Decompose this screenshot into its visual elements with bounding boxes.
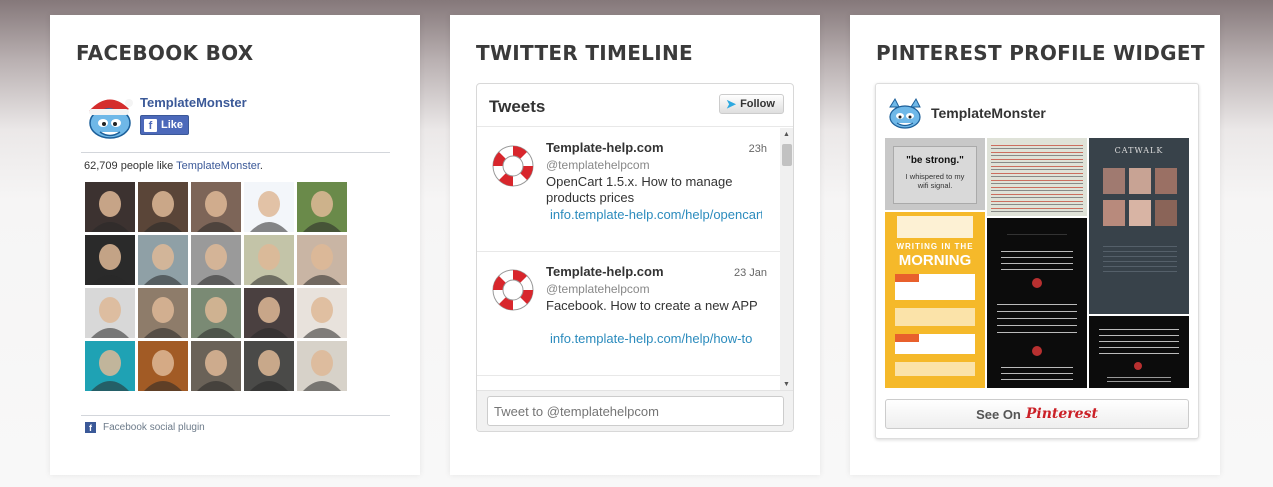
tweet-author-handle[interactable]: @templatehelpcom bbox=[546, 282, 650, 296]
fan-avatar[interactable] bbox=[85, 288, 135, 338]
tweet-author-name[interactable]: Template-help.com bbox=[546, 264, 664, 279]
likes-page-link[interactable]: TemplateMonster bbox=[176, 160, 260, 172]
fan-avatar[interactable] bbox=[138, 182, 188, 232]
facebook-panel: FACEBOOK BOX TemplateMonster f Like 62,7… bbox=[50, 15, 420, 475]
follow-button[interactable]: ➤ Follow bbox=[719, 94, 784, 114]
pin-catwalk-heading: CATWALK bbox=[1114, 146, 1164, 155]
tweet-author-name[interactable]: Template-help.com bbox=[546, 140, 664, 155]
likes-count-text: 62,709 people like TemplateMonster. bbox=[84, 160, 263, 172]
pinterest-profile-widget: TemplateMonster "be strong." I whispered… bbox=[875, 83, 1199, 439]
pin-catwalk[interactable]: CATWALK bbox=[1089, 138, 1189, 314]
pin-writing-morning[interactable]: WRITING IN THE MORNING bbox=[885, 212, 985, 388]
tweet-time[interactable]: 23 Jan bbox=[734, 267, 767, 279]
see-on-label: See On bbox=[976, 406, 1021, 422]
twitter-panel: TWITTER TIMELINE Tweets ➤ Follow Templat… bbox=[450, 15, 820, 475]
facebook-f-icon: f bbox=[144, 118, 157, 132]
lifebuoy-avatar[interactable] bbox=[489, 266, 537, 314]
follow-label: Follow bbox=[740, 98, 775, 110]
pin-text-list[interactable] bbox=[987, 138, 1087, 216]
scroll-down-arrow-icon[interactable]: ▼ bbox=[783, 381, 790, 388]
tweet-item[interactable]: Template-help.com 23 Jan @templatehelpco… bbox=[477, 252, 780, 376]
tweet-text: OpenCart 1.5.x. How to manage products p… bbox=[546, 174, 733, 205]
fan-avatar[interactable] bbox=[297, 235, 347, 285]
fan-avatar[interactable] bbox=[85, 341, 135, 391]
pinterest-panel: PINTEREST PROFILE WIDGET TemplateMonster… bbox=[850, 15, 1220, 475]
twitter-bird-icon: ➤ bbox=[726, 97, 737, 111]
fan-avatar[interactable] bbox=[244, 341, 294, 391]
timeline-header: Tweets ➤ Follow bbox=[477, 84, 793, 127]
fan-avatar[interactable] bbox=[297, 182, 347, 232]
templatemonster-avatar[interactable] bbox=[885, 95, 923, 131]
fan-avatar[interactable] bbox=[191, 288, 241, 338]
twitter-timeline-widget: Tweets ➤ Follow Template-help.com 23h @t… bbox=[476, 83, 794, 432]
fan-avatar[interactable] bbox=[191, 341, 241, 391]
like-button[interactable]: f Like bbox=[140, 115, 189, 135]
see-on-pinterest-button[interactable]: See On Pinterest bbox=[885, 399, 1189, 429]
tweet-time[interactable]: 23h bbox=[749, 143, 767, 155]
lifebuoy-avatar[interactable] bbox=[489, 142, 537, 190]
pin-quote-text: "be strong." bbox=[906, 155, 964, 166]
tweet-item[interactable]: Template-help.com 23h @templatehelpcom O… bbox=[477, 128, 780, 252]
timeline-title: Tweets bbox=[489, 97, 546, 116]
fan-avatar[interactable] bbox=[85, 235, 135, 285]
fan-avatar[interactable] bbox=[244, 288, 294, 338]
facebook-social-plugin-link[interactable]: f Facebook social plugin bbox=[85, 422, 205, 433]
plugin-label: Facebook social plugin bbox=[103, 422, 205, 433]
fan-avatar[interactable] bbox=[85, 182, 135, 232]
fan-avatar[interactable] bbox=[244, 182, 294, 232]
scrollbar-thumb[interactable] bbox=[782, 144, 792, 166]
pin-be-strong[interactable]: "be strong." I whispered to my wifi sign… bbox=[885, 138, 985, 210]
timeline-scrollbar[interactable]: ▲ ▼ bbox=[780, 128, 793, 390]
facebook-icon: f bbox=[85, 422, 96, 433]
divider bbox=[81, 415, 390, 416]
fan-avatar[interactable] bbox=[138, 341, 188, 391]
pinterest-profile-name[interactable]: TemplateMonster bbox=[931, 105, 1046, 121]
fan-avatar[interactable] bbox=[138, 235, 188, 285]
fan-avatar[interactable] bbox=[191, 182, 241, 232]
fan-avatar[interactable] bbox=[191, 235, 241, 285]
timeline-footer bbox=[477, 390, 793, 431]
pin-writing-heading: WRITING IN THE bbox=[896, 242, 974, 251]
pinterest-logo: Pinterest bbox=[1025, 406, 1098, 422]
fan-avatar[interactable] bbox=[297, 341, 347, 391]
pins-grid: "be strong." I whispered to my wifi sign… bbox=[885, 138, 1190, 388]
twitter-panel-title: TWITTER TIMELINE bbox=[476, 41, 693, 65]
pin-quote-subtext: I whispered to my wifi signal. bbox=[905, 172, 965, 190]
divider bbox=[81, 152, 390, 153]
facebook-page-name[interactable]: TemplateMonster bbox=[140, 95, 247, 110]
tweet-link[interactable]: info.template-help.com/help/how-to bbox=[550, 331, 762, 346]
pin-quote-black[interactable] bbox=[987, 218, 1087, 388]
scroll-up-arrow-icon[interactable]: ▲ bbox=[783, 131, 790, 138]
fan-avatar[interactable] bbox=[138, 288, 188, 338]
pin-morning-heading: MORNING bbox=[898, 252, 972, 269]
likes-count: 62,709 people like bbox=[84, 160, 174, 172]
fan-avatar[interactable] bbox=[244, 235, 294, 285]
fan-avatar[interactable] bbox=[297, 288, 347, 338]
templatemonster-avatar[interactable] bbox=[83, 93, 135, 141]
tweet-author-handle[interactable]: @templatehelpcom bbox=[546, 158, 650, 172]
tweet-list[interactable]: Template-help.com 23h @templatehelpcom O… bbox=[477, 128, 780, 390]
tweet-to-input[interactable] bbox=[487, 396, 784, 426]
tweet-link[interactable]: info.template-help.com/help/opencart bbox=[550, 207, 762, 222]
pinterest-panel-title: PINTEREST PROFILE WIDGET bbox=[876, 41, 1205, 65]
facebook-panel-title: FACEBOOK BOX bbox=[76, 41, 254, 65]
pin-quote-black-2[interactable] bbox=[1089, 316, 1189, 388]
like-button-label: Like bbox=[161, 119, 184, 131]
likes-suffix: . bbox=[259, 160, 263, 172]
tweet-text: Facebook. How to create a new APP bbox=[546, 298, 758, 313]
